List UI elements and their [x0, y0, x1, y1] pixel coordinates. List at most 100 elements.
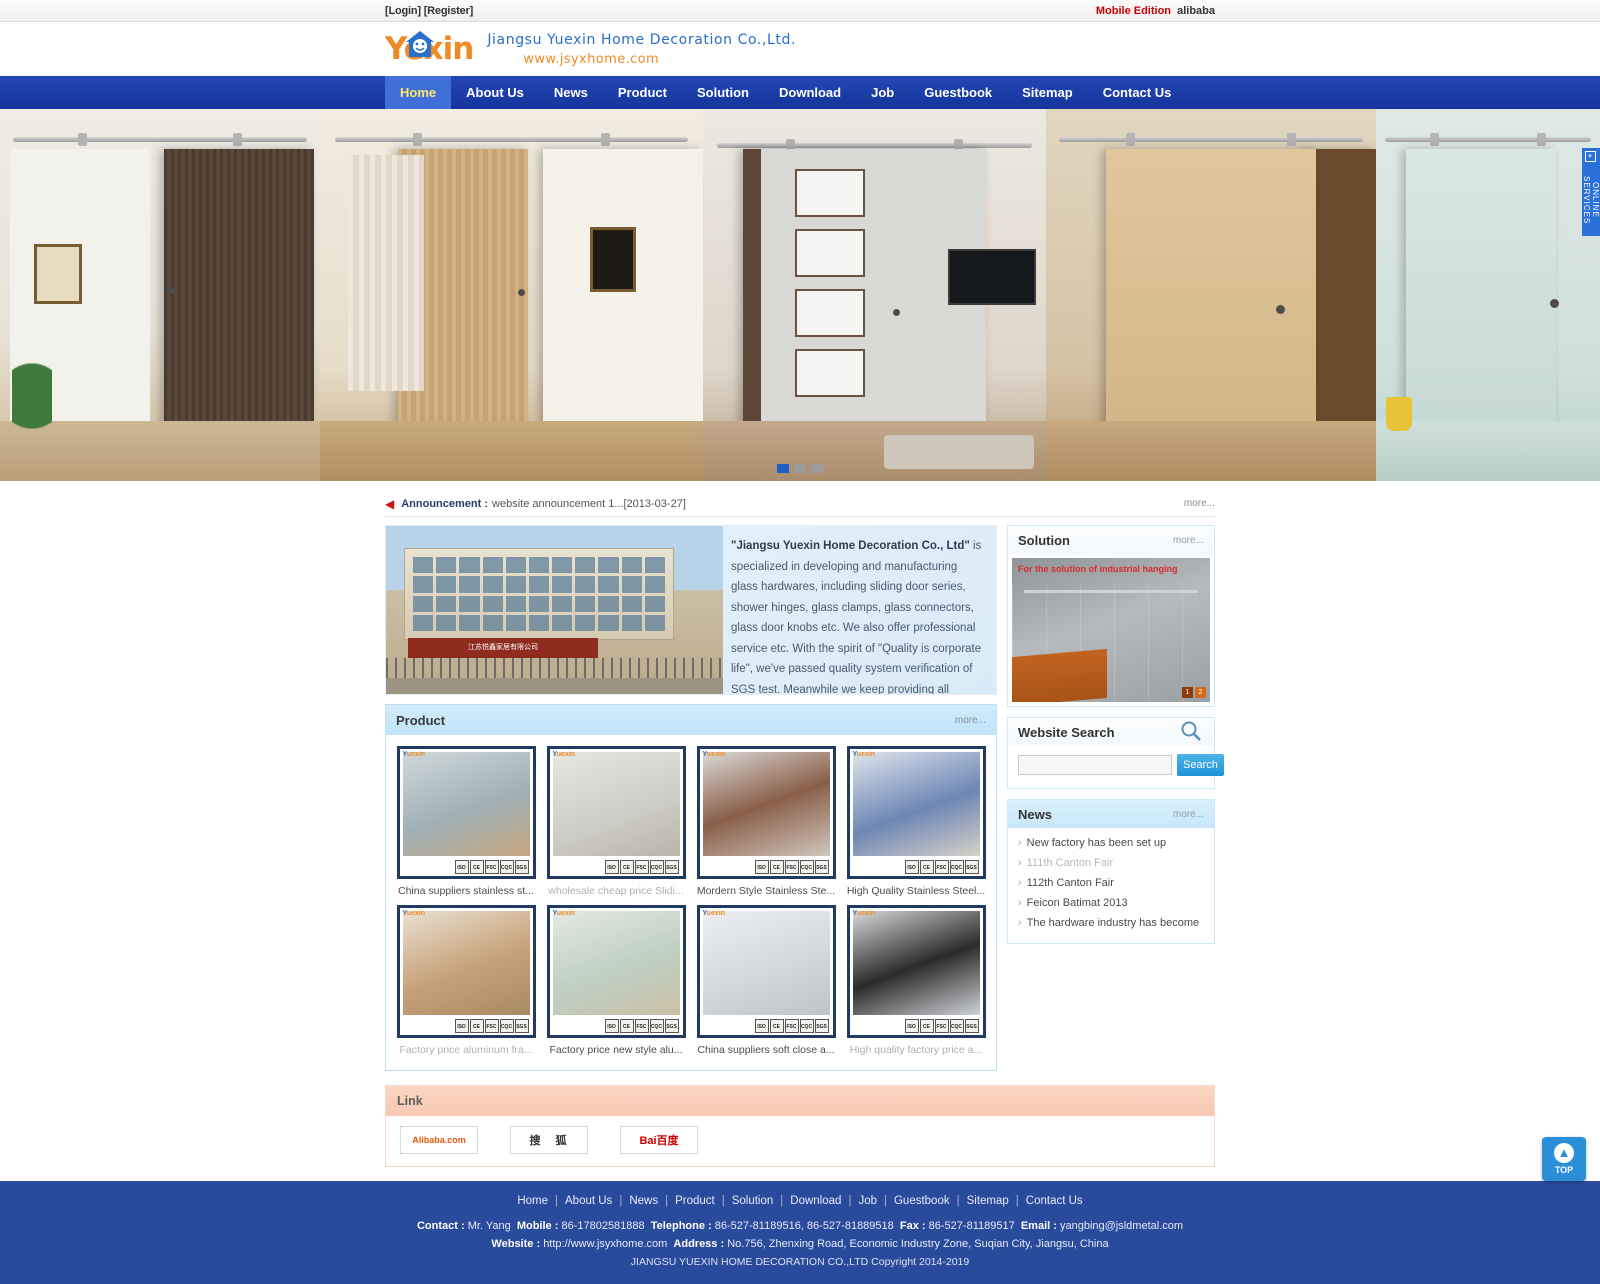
- news-more-link[interactable]: more...: [1173, 809, 1204, 820]
- product-photo: [552, 752, 680, 856]
- login-link[interactable]: [Login]: [385, 5, 421, 17]
- product-title[interactable]: China suppliers stainless st...: [392, 885, 540, 897]
- footer-nav-contact-us[interactable]: Contact Us: [1026, 1195, 1083, 1207]
- banner-pagination[interactable]: [777, 464, 823, 473]
- banner-dot-3[interactable]: [811, 464, 823, 473]
- nav-item-sitemap[interactable]: Sitemap: [1007, 76, 1088, 109]
- product-card[interactable]: Yuexin ISO CE FSC CQC SGS Factory price new st…: [542, 905, 690, 1056]
- cert-badge-ce: CE: [619, 1019, 634, 1033]
- website-value[interactable]: http://www.jsyxhome.com: [543, 1238, 667, 1250]
- product-card[interactable]: Yuexin ISO CE FSC CQC SGS China suppliers stai…: [392, 746, 540, 897]
- nav-item-guestbook[interactable]: Guestbook: [909, 76, 1007, 109]
- footer-nav-about-us[interactable]: About Us: [565, 1195, 612, 1207]
- cert-badge-iso: ISO: [454, 860, 469, 874]
- cert-badge-fsc: FSC: [484, 1019, 499, 1033]
- partner-logo-label: 搜 狐: [529, 1135, 569, 1147]
- footer-nav-guestbook[interactable]: Guestbook: [894, 1195, 950, 1207]
- product-image-frame[interactable]: Yuexin ISO CE FSC CQC SGS: [696, 905, 836, 1038]
- cert-badge-sgs: SGS: [664, 1019, 679, 1033]
- product-card[interactable]: Yuexin ISO CE FSC CQC SGS China suppliers soft…: [692, 905, 840, 1056]
- news-list-item[interactable]: › Feicon Batimat 2013: [1018, 893, 1204, 913]
- product-card[interactable]: Yuexin ISO CE FSC CQC SGS wholesale cheap pric…: [542, 746, 690, 897]
- product-card[interactable]: Yuexin ISO CE FSC CQC SGS Factory price alumin…: [392, 905, 540, 1056]
- sidebar: Solution more... For the solution of ind…: [1007, 525, 1224, 1071]
- news-item-title: 112th Canton Fair: [1026, 877, 1114, 889]
- footer-nav-news[interactable]: News: [629, 1195, 658, 1207]
- solution-pagination[interactable]: 12: [1182, 687, 1206, 698]
- cert-badge-sgs: SGS: [664, 860, 679, 874]
- product-title[interactable]: Factory price aluminum fra...: [392, 1044, 540, 1056]
- product-card[interactable]: Yuexin ISO CE FSC CQC SGS High Quality Stainle…: [842, 746, 990, 897]
- nav-item-home[interactable]: Home: [385, 76, 452, 109]
- cert-badge-iso: ISO: [604, 860, 619, 874]
- product-card[interactable]: Yuexin ISO CE FSC CQC SGS Mordern Style Stainl…: [692, 746, 840, 897]
- product-photo: [402, 911, 530, 1015]
- announcement-text[interactable]: website announcement 1...[2013-03-27]: [492, 498, 686, 510]
- news-list-item[interactable]: › New factory has been set up: [1018, 833, 1204, 853]
- product-title[interactable]: Factory price new style alu...: [542, 1044, 690, 1056]
- product-title[interactable]: China suppliers soft close a...: [692, 1044, 840, 1056]
- arrow-up-icon: ▲: [1554, 1143, 1574, 1163]
- product-title[interactable]: wholesale cheap price Slidi...: [542, 885, 690, 897]
- partner-logo-2[interactable]: 搜 狐: [510, 1126, 588, 1154]
- nav-item-about-us[interactable]: About Us: [451, 76, 539, 109]
- product-image-frame[interactable]: Yuexin ISO CE FSC CQC SGS: [546, 905, 686, 1038]
- footer-nav-home[interactable]: Home: [517, 1195, 548, 1207]
- banner-slide-3: [703, 109, 1046, 481]
- product-title[interactable]: High quality factory price a...: [842, 1044, 990, 1056]
- news-item-title: 111th Canton Fair: [1026, 857, 1114, 869]
- company-website: www.jsyxhome.com: [523, 51, 660, 67]
- nav-item-solution[interactable]: Solution: [682, 76, 764, 109]
- hero-banner-slider[interactable]: [0, 109, 1600, 481]
- news-list-item[interactable]: › The hardware industry has become: [1018, 913, 1204, 933]
- banner-slide-5: [1376, 109, 1600, 481]
- back-to-top-button[interactable]: ▲ TOP: [1542, 1137, 1586, 1181]
- footer-nav-job[interactable]: Job: [858, 1195, 877, 1207]
- link-panel: Link Alibaba.com 搜 狐 Bai百度: [385, 1085, 1215, 1167]
- nav-item-contact-us[interactable]: Contact Us: [1088, 76, 1187, 109]
- footer-nav-solution[interactable]: Solution: [732, 1195, 774, 1207]
- product-watermark-logo: Yuexin: [552, 751, 576, 758]
- product-image-frame[interactable]: Yuexin ISO CE FSC CQC SGS: [396, 746, 536, 879]
- site-logo[interactable]: Yexin: [385, 30, 474, 65]
- nav-item-product[interactable]: Product: [603, 76, 682, 109]
- product-card[interactable]: Yuexin ISO CE FSC CQC SGS High quality factory…: [842, 905, 990, 1056]
- footer-nav-product[interactable]: Product: [675, 1195, 715, 1207]
- announcement-more-link[interactable]: more...: [1184, 498, 1215, 509]
- banner-dot-2[interactable]: [794, 464, 806, 473]
- footer-nav-sitemap[interactable]: Sitemap: [967, 1195, 1009, 1207]
- solution-page-2[interactable]: 2: [1195, 687, 1206, 698]
- product-title[interactable]: Mordern Style Stainless Ste...: [692, 885, 840, 897]
- nav-item-download[interactable]: Download: [764, 76, 856, 109]
- news-list-item[interactable]: › 112th Canton Fair: [1018, 873, 1204, 893]
- cert-badge-cqc: CQC: [949, 1019, 964, 1033]
- mobile-edition-link[interactable]: Mobile Edition: [1096, 5, 1171, 17]
- product-title[interactable]: High Quality Stainless Steel...: [842, 885, 990, 897]
- search-input[interactable]: [1018, 755, 1172, 775]
- product-image-frame[interactable]: Yuexin ISO CE FSC CQC SGS: [396, 905, 536, 1038]
- search-header: Website Search: [1008, 718, 1214, 746]
- product-more-link[interactable]: more...: [955, 715, 986, 726]
- product-image-frame[interactable]: Yuexin ISO CE FSC CQC SGS: [846, 905, 986, 1038]
- product-image-frame[interactable]: Yuexin ISO CE FSC CQC SGS: [546, 746, 686, 879]
- back-to-top-label: TOP: [1554, 1165, 1574, 1175]
- partner-logo-3[interactable]: Bai百度: [620, 1126, 698, 1154]
- news-list-item[interactable]: › 111th Canton Fair: [1018, 853, 1204, 873]
- nav-item-job[interactable]: Job: [856, 76, 909, 109]
- banner-dot-1[interactable]: [777, 464, 789, 473]
- register-link[interactable]: [Register]: [424, 5, 474, 17]
- news-box: News more... › New factory has been set u…: [1007, 799, 1215, 944]
- alibaba-link[interactable]: alibaba: [1177, 5, 1215, 17]
- email-value[interactable]: yangbing@jsldmetal.com: [1060, 1220, 1183, 1232]
- product-image-frame[interactable]: Yuexin ISO CE FSC CQC SGS: [696, 746, 836, 879]
- solution-image[interactable]: For the solution of industrial hanging 1…: [1012, 558, 1210, 702]
- footer-nav-download[interactable]: Download: [790, 1195, 841, 1207]
- nav-item-news[interactable]: News: [539, 76, 603, 109]
- footer-nav-separator: |: [956, 1195, 960, 1207]
- product-image-frame[interactable]: Yuexin ISO CE FSC CQC SGS: [846, 746, 986, 879]
- solution-more-link[interactable]: more...: [1173, 535, 1204, 546]
- search-button[interactable]: Search: [1177, 754, 1224, 776]
- online-services-tab[interactable]: + ONLINE SERVICES: [1582, 148, 1600, 236]
- partner-logo-1[interactable]: Alibaba.com: [400, 1126, 478, 1154]
- solution-page-1[interactable]: 1: [1182, 687, 1193, 698]
